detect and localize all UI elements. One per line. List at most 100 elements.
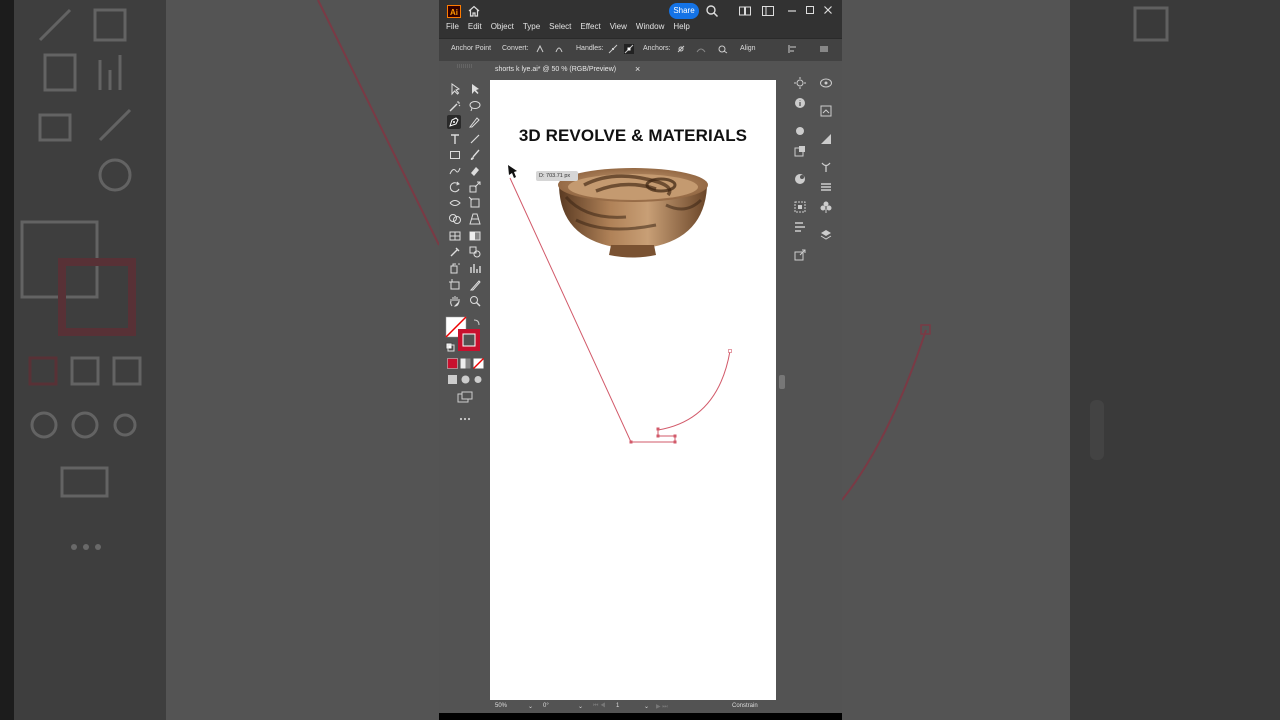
selection-tool-icon[interactable]: [448, 82, 462, 96]
direct-selection-tool-icon[interactable]: [468, 82, 482, 96]
handles-label: Handles:: [576, 45, 604, 52]
search-icon[interactable]: [705, 4, 719, 18]
export-icon[interactable]: [793, 248, 807, 262]
align-label[interactable]: Align: [740, 45, 756, 52]
menu-effect[interactable]: Effect: [580, 22, 600, 31]
document-tab[interactable]: shorts k lye.ai* @ 50 % (RGB/Preview) ×: [490, 62, 648, 78]
share-button[interactable]: Share: [669, 3, 699, 19]
brushes-icon[interactable]: [819, 160, 833, 174]
slice-tool-icon[interactable]: [468, 278, 482, 292]
maximize-icon[interactable]: [805, 4, 815, 18]
properties-icon[interactable]: [793, 76, 807, 90]
menu-select[interactable]: Select: [549, 22, 571, 31]
mesh-tool-icon[interactable]: [448, 229, 462, 243]
close-window-icon[interactable]: [823, 4, 833, 18]
rotate-tool-icon[interactable]: [448, 180, 462, 194]
rotation-value[interactable]: 0°: [543, 703, 549, 709]
color-mode-buttons[interactable]: [447, 358, 485, 370]
convert-corner-icon[interactable]: [535, 44, 545, 54]
zoom-level[interactable]: 50%: [495, 703, 507, 709]
menu-object[interactable]: Object: [491, 22, 514, 31]
perspective-grid-tool-icon[interactable]: [468, 212, 482, 226]
menu-edit[interactable]: Edit: [468, 22, 482, 31]
eyedropper-tool-icon[interactable]: [448, 245, 462, 259]
anchor-point-label: Anchor Point: [451, 45, 492, 52]
symbols-icon[interactable]: [819, 200, 833, 214]
pen-tool-icon[interactable]: [447, 115, 461, 129]
artboard-dropdown-icon[interactable]: ⌄: [644, 703, 649, 710]
first-artboard-icon[interactable]: ⏮ ◀: [593, 703, 605, 710]
remove-anchor-icon[interactable]: [676, 44, 686, 54]
hide-handles-icon[interactable]: [624, 44, 634, 54]
right-panels-dock: [789, 62, 839, 712]
scrollbar-thumb[interactable]: [779, 375, 785, 389]
next-artboard-icon[interactable]: ▶ ⏭: [656, 703, 668, 711]
stroke-panel-icon[interactable]: [819, 180, 833, 194]
hand-tool-icon[interactable]: [448, 294, 462, 308]
align-left-icon[interactable]: [788, 44, 798, 54]
rectangle-tool-icon[interactable]: [448, 148, 462, 162]
blend-tool-icon[interactable]: [468, 245, 482, 259]
screen-mode-icon[interactable]: [457, 391, 473, 403]
menu-help[interactable]: Help: [673, 22, 689, 31]
anchors-label: Anchors:: [643, 45, 671, 52]
pen-cursor-icon: [508, 165, 517, 178]
edit-toolbar-icon[interactable]: [459, 417, 471, 421]
menu-type[interactable]: Type: [523, 22, 540, 31]
minimize-icon[interactable]: [787, 4, 797, 18]
panel-menu-icon[interactable]: [819, 44, 829, 54]
line-segment-tool-icon[interactable]: [468, 132, 482, 146]
eraser-tool-icon[interactable]: [468, 164, 482, 178]
free-transform-tool-icon[interactable]: [468, 196, 482, 210]
paintbrush-tool-icon[interactable]: [468, 148, 482, 162]
gradient-tool-icon[interactable]: [468, 229, 482, 243]
scale-tool-icon[interactable]: [468, 180, 482, 194]
libraries-icon[interactable]: [819, 76, 833, 90]
gradient-panel-icon[interactable]: [819, 132, 833, 146]
connect-anchors-icon[interactable]: [696, 44, 706, 54]
zoom-dropdown-icon[interactable]: ⌄: [528, 703, 533, 710]
pathfinder-icon[interactable]: [793, 220, 807, 234]
close-tab-icon[interactable]: ×: [635, 64, 640, 74]
symbol-sprayer-tool-icon[interactable]: [448, 261, 462, 275]
menu-window[interactable]: Window: [636, 22, 664, 31]
document-tab-title: shorts k lye.ai* @ 50 % (RGB/Preview): [495, 66, 617, 73]
column-graph-tool-icon[interactable]: [468, 261, 482, 275]
vertical-scrollbar[interactable]: [778, 80, 786, 700]
info-icon[interactable]: [793, 96, 807, 110]
tools-panel: [443, 62, 488, 712]
align-panel-icon[interactable]: [793, 200, 807, 214]
layers-icon[interactable]: [819, 228, 833, 242]
artboard-number[interactable]: 1: [616, 703, 619, 709]
shape-builder-tool-icon[interactable]: [448, 212, 462, 226]
default-fill-stroke-icon[interactable]: [445, 342, 455, 352]
curvature-tool-icon[interactable]: [468, 115, 482, 129]
artboard-tool-icon[interactable]: [448, 278, 462, 292]
menu-view[interactable]: View: [610, 22, 627, 31]
rotation-dropdown-icon[interactable]: ⌄: [578, 703, 583, 710]
home-icon[interactable]: [467, 4, 481, 18]
arrange-documents-icon[interactable]: [738, 4, 752, 18]
pen-path-drawing[interactable]: [490, 80, 776, 700]
appearance-icon[interactable]: [793, 124, 807, 138]
menu-file[interactable]: File: [446, 22, 459, 31]
illustrator-logo: Ai: [447, 5, 461, 18]
zoom-tool-icon[interactable]: [468, 294, 482, 308]
draw-mode-buttons[interactable]: [447, 374, 485, 386]
menu-bar: File Edit Object Type Select Effect View…: [446, 22, 699, 31]
workspace-switcher-icon[interactable]: [761, 4, 775, 18]
convert-smooth-icon[interactable]: [554, 44, 564, 54]
show-handles-icon[interactable]: [608, 44, 618, 54]
color-panel-icon[interactable]: [793, 172, 807, 186]
transform-panel-icon[interactable]: [793, 144, 807, 158]
cut-path-icon[interactable]: [718, 44, 728, 54]
width-tool-icon[interactable]: [448, 196, 462, 210]
asset-export-icon[interactable]: [819, 104, 833, 118]
lasso-tool-icon[interactable]: [468, 99, 482, 113]
status-mode: Constrain: [732, 703, 758, 709]
type-tool-icon[interactable]: [448, 132, 462, 146]
shaper-tool-icon[interactable]: [448, 164, 462, 178]
artboard-canvas[interactable]: 3D REVOLVE & MATERIALS D: 703.71 px: [490, 80, 776, 700]
illustrator-window: Ai Share File Edit Object Type Select Ef…: [439, 0, 842, 720]
magic-wand-tool-icon[interactable]: [448, 99, 462, 113]
